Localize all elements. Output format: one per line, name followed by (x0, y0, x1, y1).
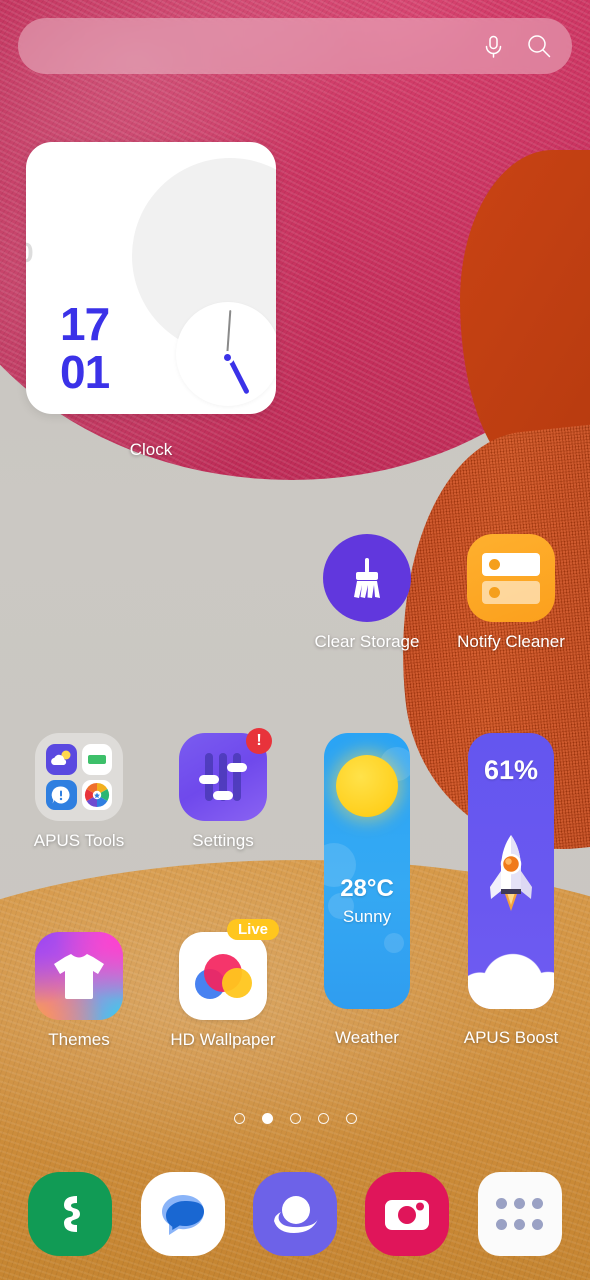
page-dot-3[interactable] (289, 1113, 301, 1124)
apus-tools-label: APUS Tools (33, 831, 125, 850)
app-dot-3 (532, 1197, 544, 1209)
live-badge: Live (226, 919, 279, 940)
broom-icon (323, 534, 411, 622)
search-bar[interactable] (18, 18, 572, 74)
app-dot-4 (495, 1219, 507, 1231)
app-folder-apus-tools[interactable]: APUS Tools (7, 733, 151, 851)
app-icon-themes[interactable]: Themes (7, 932, 151, 1050)
page-dot-4[interactable] (317, 1113, 329, 1124)
dock-item-app-drawer[interactable] (477, 1172, 562, 1256)
dock-item-phone[interactable] (28, 1172, 113, 1256)
hd-wallpaper-label: HD Wallpaper (170, 1030, 276, 1049)
dock-item-internet[interactable] (252, 1172, 337, 1256)
app-dot-1 (495, 1197, 507, 1209)
message-bubble-icon (140, 1172, 225, 1256)
planet-icon (252, 1172, 337, 1256)
settings-label: Settings (192, 831, 254, 850)
app-dot-2 (514, 1197, 526, 1209)
weather-mini-icon (46, 744, 77, 775)
dock-item-camera[interactable] (365, 1172, 450, 1256)
app-icon-notify-cleaner[interactable]: Notify Cleaner (439, 534, 583, 652)
app-icon-hd-wallpaper[interactable]: Live HD Wallpaper (151, 919, 295, 1050)
info-mini-icon (46, 779, 77, 810)
notify-dot-bottom (489, 586, 500, 598)
weather-label-text: Weather (335, 1028, 399, 1047)
settings-icon-box[interactable]: ! (179, 728, 272, 821)
battery-pill (87, 754, 106, 764)
notify-cleaner-icon-box[interactable] (467, 534, 555, 622)
hd-wallpaper-icon-box[interactable]: Live (179, 919, 279, 1020)
color-circles-icon: Live (179, 919, 279, 1020)
weather-widget[interactable]: 28°C Sunny (324, 733, 410, 1009)
clock-widget-label: Clock (26, 430, 276, 460)
camera-icon (365, 1172, 450, 1256)
app-icon-clear-storage[interactable]: Clear Storage (295, 534, 439, 652)
page-dot-2-active[interactable] (261, 1113, 273, 1124)
notify-cleaner-label: Notify Cleaner (457, 632, 565, 651)
notify-card-top (482, 552, 540, 576)
notify-dot-top (489, 558, 500, 570)
app-icon-settings[interactable]: ! Settings (151, 728, 295, 851)
weather-condition: Sunny (342, 907, 392, 926)
notification-cards-icon (467, 534, 555, 622)
phone-icon (28, 1172, 113, 1256)
boost-cloud (468, 953, 554, 1009)
apus-boost-widget[interactable]: 61% (468, 733, 554, 1009)
microphone-icon[interactable] (470, 23, 516, 69)
clock-minutes: 01 (60, 346, 110, 398)
color-wheel-mini-icon (81, 779, 112, 810)
grid-dots-icon (477, 1172, 562, 1256)
search-icon[interactable] (516, 23, 562, 69)
weather-widget-label: Weather (295, 1018, 439, 1048)
clock-label-text: Clock (129, 440, 173, 459)
clock-widget[interactable]: 0 17 01 (26, 142, 276, 414)
clear-storage-label: Clear Storage (314, 632, 420, 651)
apus-boost-widget-label: APUS Boost (439, 1018, 583, 1048)
app-dot-5 (514, 1219, 526, 1231)
page-indicator[interactable] (0, 1113, 590, 1124)
dock-item-messages[interactable] (140, 1172, 225, 1256)
tshirt-icon (35, 932, 123, 1020)
folder-icon (35, 733, 123, 821)
search-input[interactable] (18, 18, 470, 74)
notify-card-bottom (482, 580, 540, 604)
page-dot-1[interactable] (233, 1113, 245, 1124)
clock-digital-time: 17 01 (60, 298, 110, 398)
settings-alert-badge: ! (246, 728, 272, 754)
boost-label-text: APUS Boost (463, 1028, 559, 1047)
weather-bubble-4 (384, 933, 404, 953)
boost-percent: 61% (483, 755, 539, 785)
rocket-icon (490, 835, 532, 911)
themes-label: Themes (48, 1030, 110, 1049)
clock-edge-glyph: 0 (26, 237, 34, 269)
sun-icon (336, 755, 398, 817)
apus-tools-icon-box[interactable] (35, 733, 123, 821)
app-dot-6 (532, 1219, 544, 1231)
clear-storage-icon-box[interactable] (323, 534, 411, 622)
weather-temperature: 28°C (340, 875, 394, 902)
clock-center-pin (221, 351, 234, 364)
battery-mini-icon (81, 744, 112, 775)
sliders-icon: ! (179, 728, 272, 821)
dock (0, 1164, 590, 1264)
clock-hours: 17 (60, 298, 110, 350)
page-dot-5[interactable] (345, 1113, 357, 1124)
themes-icon-box[interactable] (35, 932, 123, 1020)
